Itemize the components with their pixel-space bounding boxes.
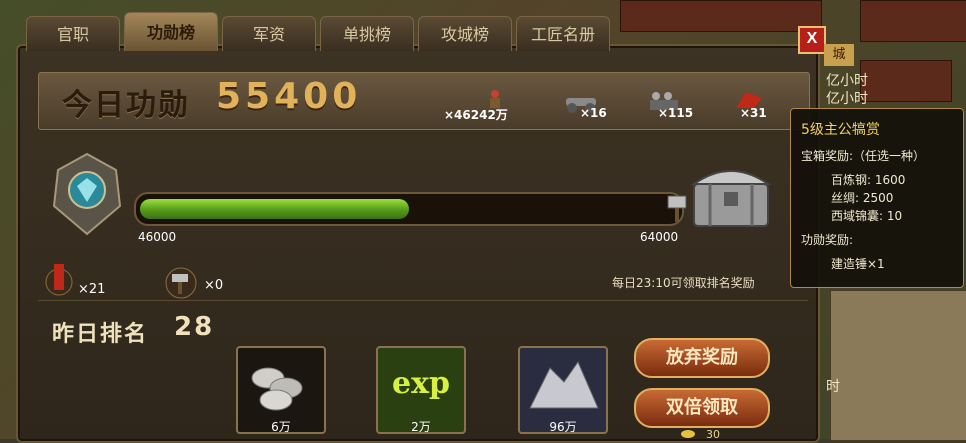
resource-count: ×115: [658, 106, 694, 120]
side-text: 亿小时: [826, 73, 868, 89]
ranking-reward-notice: 每日23:10可领取排名奖励: [612, 276, 755, 290]
section-divider: [38, 300, 808, 301]
close-button[interactable]: X: [798, 26, 826, 54]
city-label[interactable]: 城: [824, 44, 854, 66]
gold-cost: 30: [706, 428, 720, 441]
resource-count: ×31: [740, 106, 767, 120]
merit-progress-fill: [140, 199, 409, 219]
gold-ingot-icon: [681, 430, 695, 438]
tab-duel-ranking[interactable]: 单挑榜: [320, 16, 414, 51]
today-merit-label: 今日功勋: [62, 88, 190, 123]
tab-siege-ranking[interactable]: 攻城榜: [418, 16, 512, 51]
silver-coins-icon: [251, 367, 303, 411]
rank-badge-icon: [52, 152, 122, 236]
resource-count: ×46242万: [444, 108, 508, 122]
building-roof: [620, 0, 822, 32]
ore-icon: [529, 360, 599, 409]
tab-official-rank[interactable]: 官职: [26, 16, 120, 51]
treasure-chest-icon[interactable]: [686, 154, 776, 234]
side-text: 亿小时: [826, 91, 868, 107]
reward-amount: 6万: [271, 420, 291, 434]
tab-merit-ranking[interactable]: 功勋榜: [124, 12, 218, 51]
progress-max: 64000: [640, 230, 679, 244]
abandon-reward-button[interactable]: 放弃奖励: [634, 338, 770, 378]
tooltip-chest-item: 丝绸: 2500: [831, 191, 894, 205]
reward-tooltip: 5级主公犒赏 宝箱奖励:（任选一种） 百炼钢: 1600 丝绸: 2500 西域…: [790, 108, 964, 288]
exp-icon: exp: [392, 366, 450, 401]
building-roof: [860, 60, 952, 102]
resource-count: ×16: [580, 106, 607, 120]
tooltip-title: 5级主公犒赏: [801, 122, 880, 138]
tab-military-supplies[interactable]: 军资: [222, 16, 316, 51]
double-claim-button[interactable]: 双倍领取: [634, 388, 770, 428]
yesterday-rank-value: 28: [174, 312, 215, 342]
tab-bar: 官职 功勋榜 军资 单挑榜 攻城榜 工匠名册: [26, 12, 610, 52]
banner-icon: [45, 264, 73, 296]
reward-amount: 2万: [411, 420, 431, 434]
merit-progress-bar: [134, 192, 684, 226]
tab-craftsman-roster[interactable]: 工匠名册: [516, 16, 610, 51]
today-merit-value: 55400: [216, 76, 362, 117]
tooltip-chest-item: 百炼钢: 1600: [831, 173, 906, 187]
hammer-icon: [165, 267, 197, 299]
reward-amount: 96万: [549, 420, 577, 434]
progress-min: 46000: [138, 230, 177, 244]
tooltip-merit-item: 建造锤×1: [831, 257, 885, 271]
side-text: 时: [826, 379, 840, 395]
city-wall: [830, 290, 966, 441]
tooltip-merit-label: 功勋奖励:: [801, 233, 854, 247]
yesterday-rank-label: 昨日排名: [52, 321, 149, 347]
building-roof: [860, 0, 966, 42]
tooltip-chest-label: 宝箱奖励:（任选一种）: [801, 149, 926, 163]
item-count: ×21: [78, 282, 106, 297]
tooltip-chest-item: 西域锦囊: 10: [831, 209, 903, 223]
item-count: ×0: [204, 278, 224, 293]
